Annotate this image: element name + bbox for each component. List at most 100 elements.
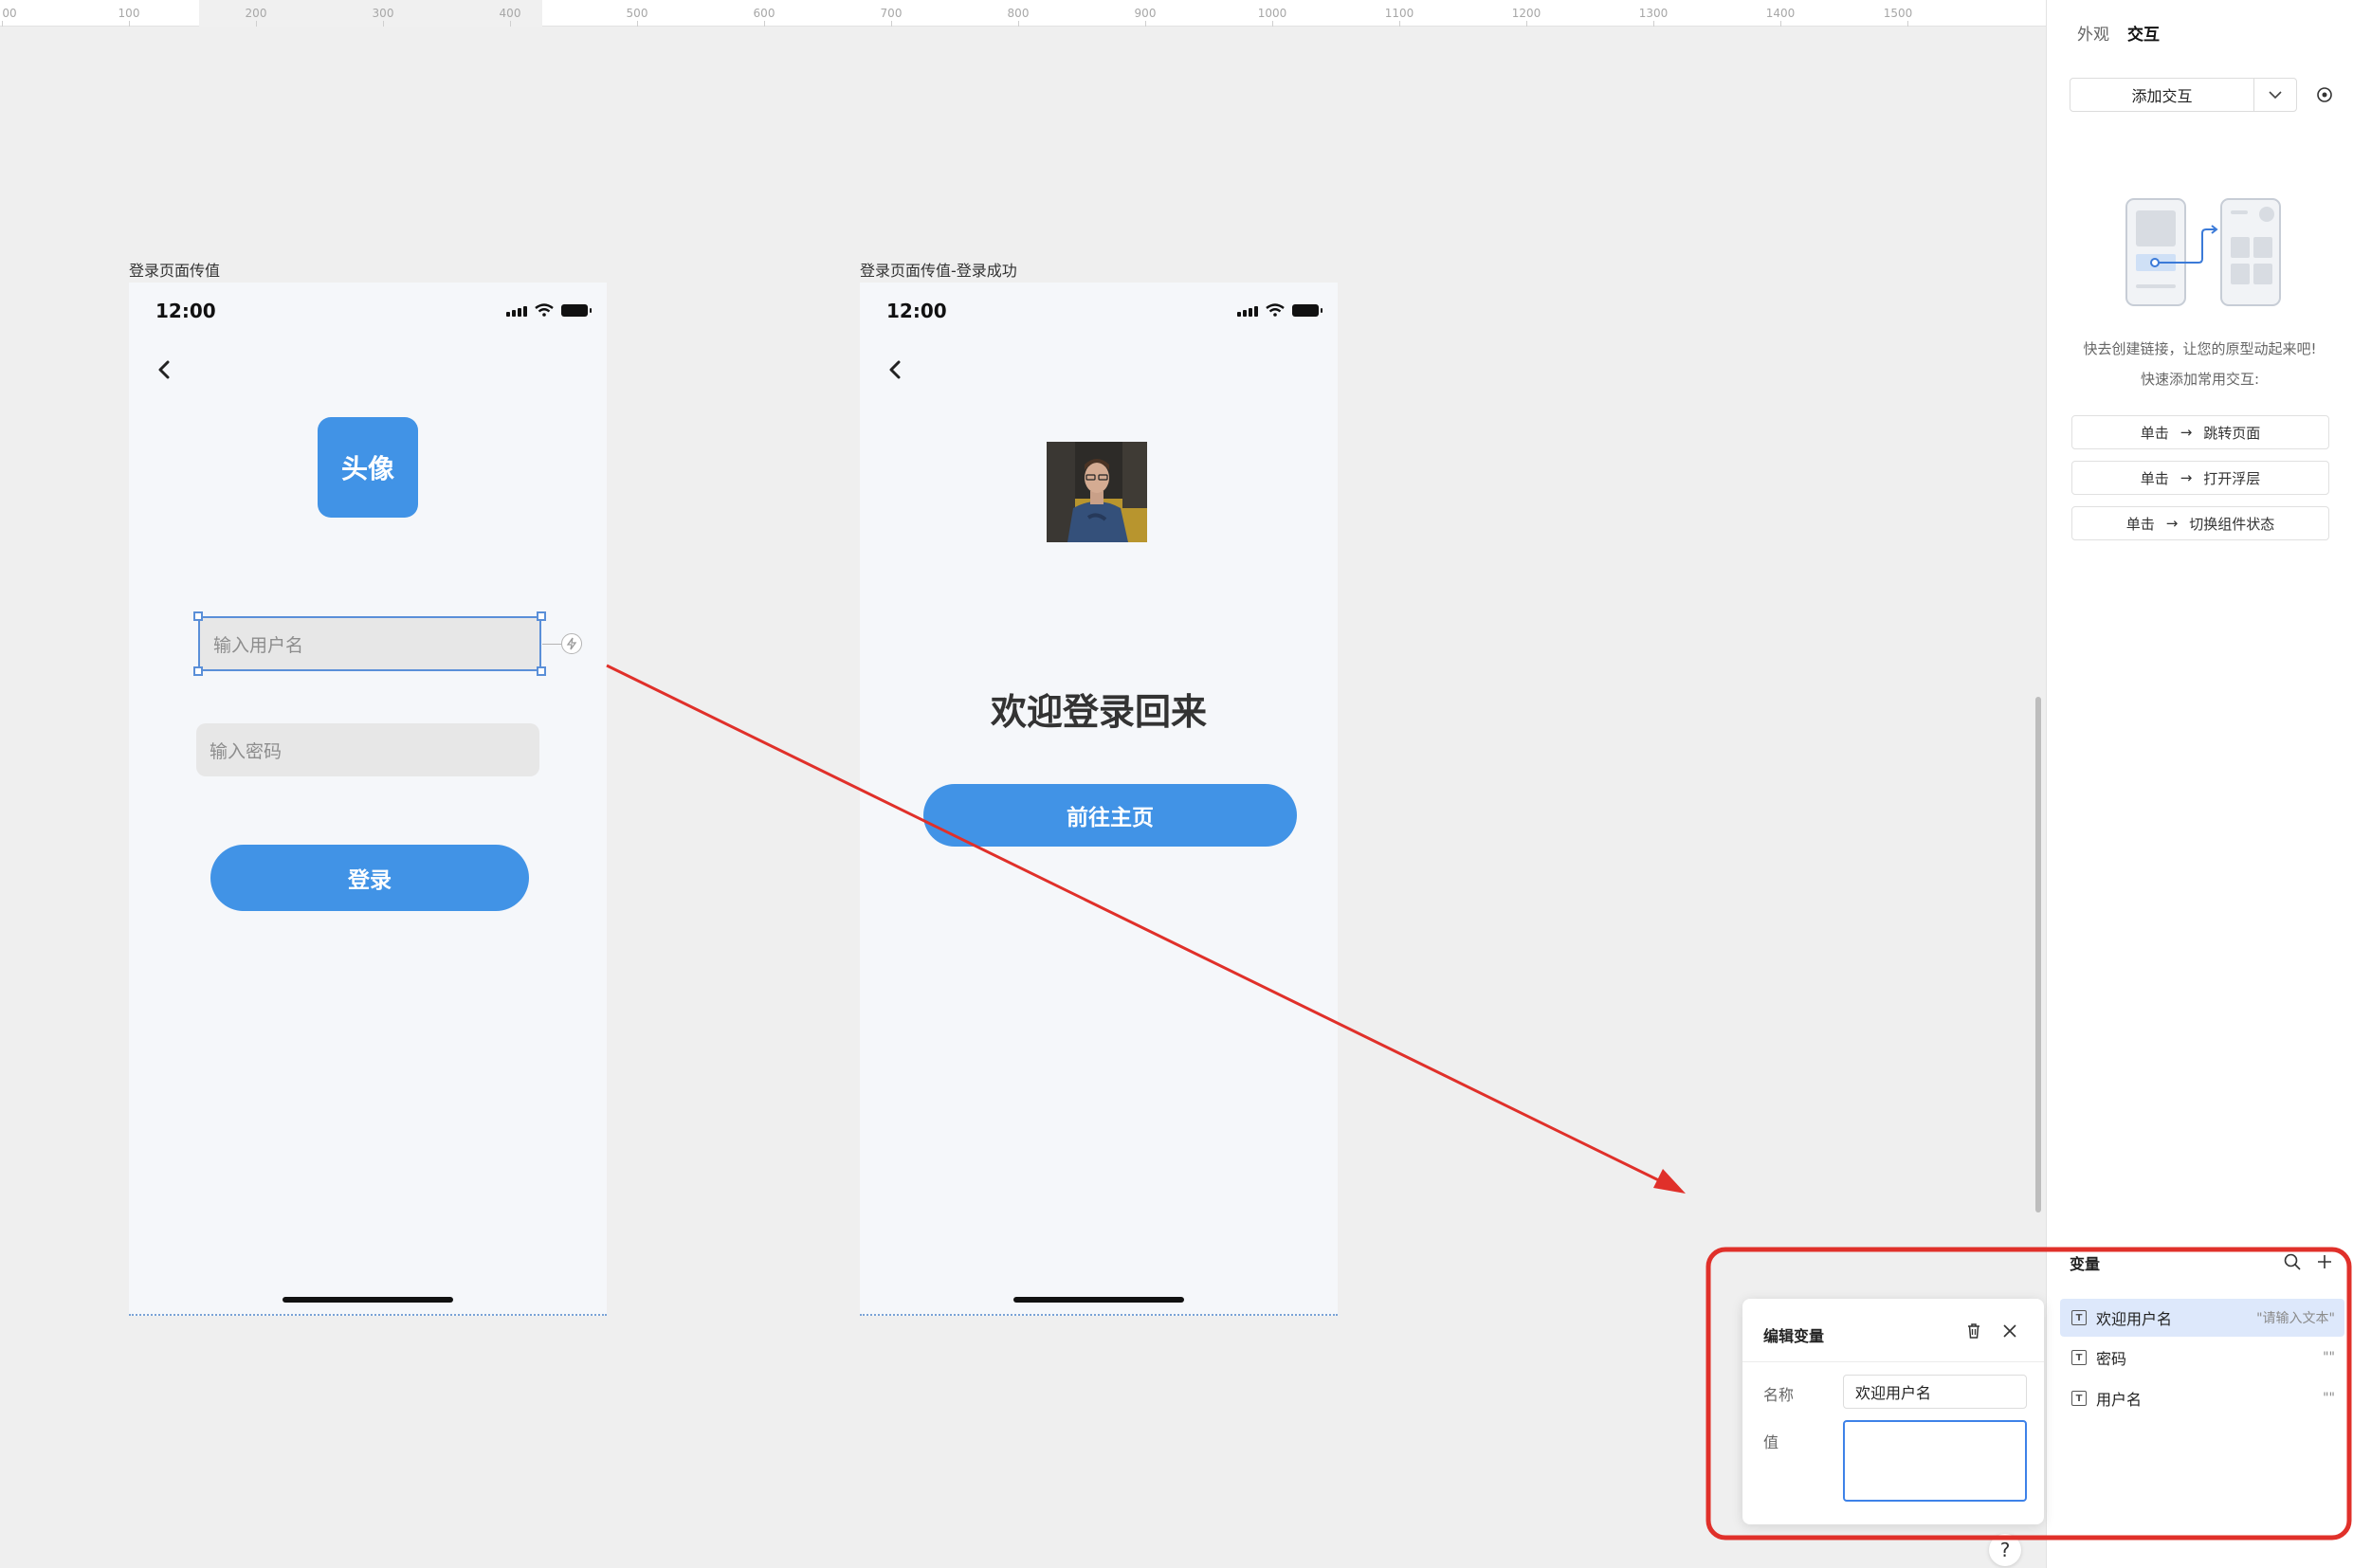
quick-action-trigger: 单击 <box>2125 515 2155 533</box>
close-icon[interactable] <box>2000 1322 2019 1340</box>
add-interaction-dropdown[interactable] <box>2254 79 2296 111</box>
interaction-hint-line2: 快速添加常用交互: <box>2140 371 2260 388</box>
ruler-tick-mark <box>1018 21 1019 27</box>
text-type-icon: T <box>2071 1350 2087 1365</box>
horizontal-ruler: 00 100 200 300 400 500 600 700 800 900 1000 1100 120… <box>0 0 2046 27</box>
ruler-tick-label: 1000 <box>1257 7 1287 20</box>
frame-login-success[interactable]: 12:00 欢迎登录回来 前往主页 <box>860 283 1338 1316</box>
lightning-bolt-icon[interactable] <box>561 633 582 654</box>
variable-value-input[interactable] <box>1843 1420 2027 1502</box>
canvas-vertical-scrollbar[interactable] <box>2035 697 2041 1212</box>
arrow-right-icon: → <box>2180 424 2193 441</box>
variable-item-username[interactable]: T 用户名 "" <box>2060 1379 2344 1417</box>
signal-icon <box>506 306 527 317</box>
status-icons <box>506 303 592 317</box>
ruler-tick-mark <box>764 21 765 27</box>
tab-appearance[interactable]: 外观 <box>2077 21 2109 45</box>
battery-icon <box>1292 304 1322 317</box>
home-indicator <box>283 1297 453 1303</box>
interaction-connector-line <box>542 644 561 645</box>
ruler-tick-mark <box>637 21 638 27</box>
name-label: 名称 <box>1763 1386 1795 1404</box>
quick-action-label: 打开浮层 <box>2203 469 2261 487</box>
welcome-heading: 欢迎登录回来 <box>990 691 1207 733</box>
selection-handle[interactable] <box>537 666 546 676</box>
password-input[interactable]: 输入密码 <box>196 723 539 776</box>
annotation-arrowhead <box>1653 1169 1686 1194</box>
avatar-photo[interactable] <box>1047 442 1147 542</box>
arrow-right-icon: → <box>2165 515 2179 532</box>
trash-icon[interactable] <box>1964 1322 1983 1340</box>
variable-item-password[interactable]: T 密码 "" <box>2060 1339 2344 1377</box>
add-interaction-control[interactable]: 添加交互 <box>2070 78 2297 112</box>
ruler-tick-mark <box>2 21 3 27</box>
properties-panel: 外观 交互 添加交互 快去创建链接，让您的原型动起来吧! 快速添加常用交互: 单… <box>2046 0 2353 1568</box>
selection-handle[interactable] <box>193 666 203 676</box>
quick-action-label: 切换组件状态 <box>2189 515 2275 533</box>
ruler-tick-label: 1100 <box>1384 7 1414 20</box>
home-indicator <box>1013 1297 1184 1303</box>
plus-icon[interactable] <box>2314 1251 2335 1272</box>
help-button[interactable]: ? <box>1989 1534 2021 1566</box>
search-icon[interactable] <box>2282 1251 2303 1272</box>
ruler-tick-mark <box>1780 21 1781 27</box>
selection-handle[interactable] <box>193 611 203 621</box>
interaction-hint-line1: 快去创建链接，让您的原型动起来吧! <box>2083 340 2317 357</box>
go-home-button[interactable]: 前往主页 <box>923 784 1297 847</box>
chevron-down-icon <box>2269 91 2282 100</box>
text-type-icon: T <box>2071 1310 2087 1325</box>
status-time: 12:00 <box>155 300 216 322</box>
quick-action-trigger: 单击 <box>2140 424 2169 442</box>
quick-action-jump-page[interactable]: 单击 → 跳转页面 <box>2071 415 2329 449</box>
frame-label-login-success: 登录页面传值-登录成功 <box>860 262 1017 280</box>
interaction-illustration <box>2125 198 2281 306</box>
ruler-tick-label: 100 <box>118 7 140 20</box>
wifi-icon <box>1266 303 1285 317</box>
quick-action-label: 跳转页面 <box>2203 424 2261 442</box>
variable-name: 密码 <box>2096 1350 2127 1368</box>
ruler-tick-label: 200 <box>245 7 267 20</box>
username-input[interactable]: 输入用户名 <box>198 616 541 671</box>
ruler-tick-mark <box>1653 21 1654 27</box>
frame-login[interactable]: 12:00 头像 输入用户名 输入密码 登录 <box>129 283 607 1316</box>
ruler-tick-label: 1200 <box>1511 7 1541 20</box>
ruler-tick-label: 700 <box>880 7 903 20</box>
ruler-tick-mark <box>383 21 384 27</box>
signal-icon <box>1237 306 1258 317</box>
frame-label-login: 登录页面传值 <box>129 262 221 280</box>
ruler-tick-label: 1500 <box>1883 7 1913 20</box>
variable-name: 欢迎用户名 <box>2096 1310 2173 1328</box>
ruler-tick-label: 300 <box>372 7 394 20</box>
ruler-tick-mark <box>129 21 130 27</box>
value-label: 值 <box>1763 1433 1779 1451</box>
target-icon[interactable] <box>2314 84 2335 105</box>
dialog-divider <box>1742 1361 2044 1362</box>
quick-action-open-layer[interactable]: 单击 → 打开浮层 <box>2071 461 2329 495</box>
back-chevron-icon[interactable] <box>152 356 178 383</box>
ruler-tick-mark <box>1907 21 1908 27</box>
tab-interaction[interactable]: 交互 <box>2127 21 2160 45</box>
ruler-tick-label: 400 <box>499 7 521 20</box>
login-button[interactable]: 登录 <box>210 845 529 911</box>
text-type-icon: T <box>2071 1391 2087 1406</box>
ruler-tick-mark <box>1145 21 1146 27</box>
ruler-tick-label: 900 <box>1134 7 1157 20</box>
variable-value: "" <box>2323 1391 2335 1406</box>
ruler-tick-label: 00 <box>2 7 17 20</box>
ruler-tick-label: 600 <box>753 7 775 20</box>
variable-name-input[interactable]: 欢迎用户名 <box>1843 1375 2027 1409</box>
back-chevron-icon[interactable] <box>883 356 909 383</box>
variable-item-welcome-username[interactable]: T 欢迎用户名 "请输入文本" <box>2060 1299 2344 1337</box>
ruler-tick-mark <box>1399 21 1400 27</box>
avatar-placeholder[interactable]: 头像 <box>318 417 418 518</box>
ruler-tick-label: 1300 <box>1638 7 1669 20</box>
variable-value: "请输入文本" <box>2256 1311 2335 1326</box>
selection-handle[interactable] <box>537 611 546 621</box>
variables-title: 变量 <box>2070 1255 2101 1273</box>
quick-action-trigger: 单击 <box>2140 469 2169 487</box>
ruler-tick-mark <box>256 21 257 27</box>
variable-name: 用户名 <box>2096 1391 2143 1409</box>
status-icons <box>1237 303 1322 317</box>
quick-action-toggle-state[interactable]: 单击 → 切换组件状态 <box>2071 506 2329 540</box>
add-interaction-button[interactable]: 添加交互 <box>2070 79 2254 111</box>
